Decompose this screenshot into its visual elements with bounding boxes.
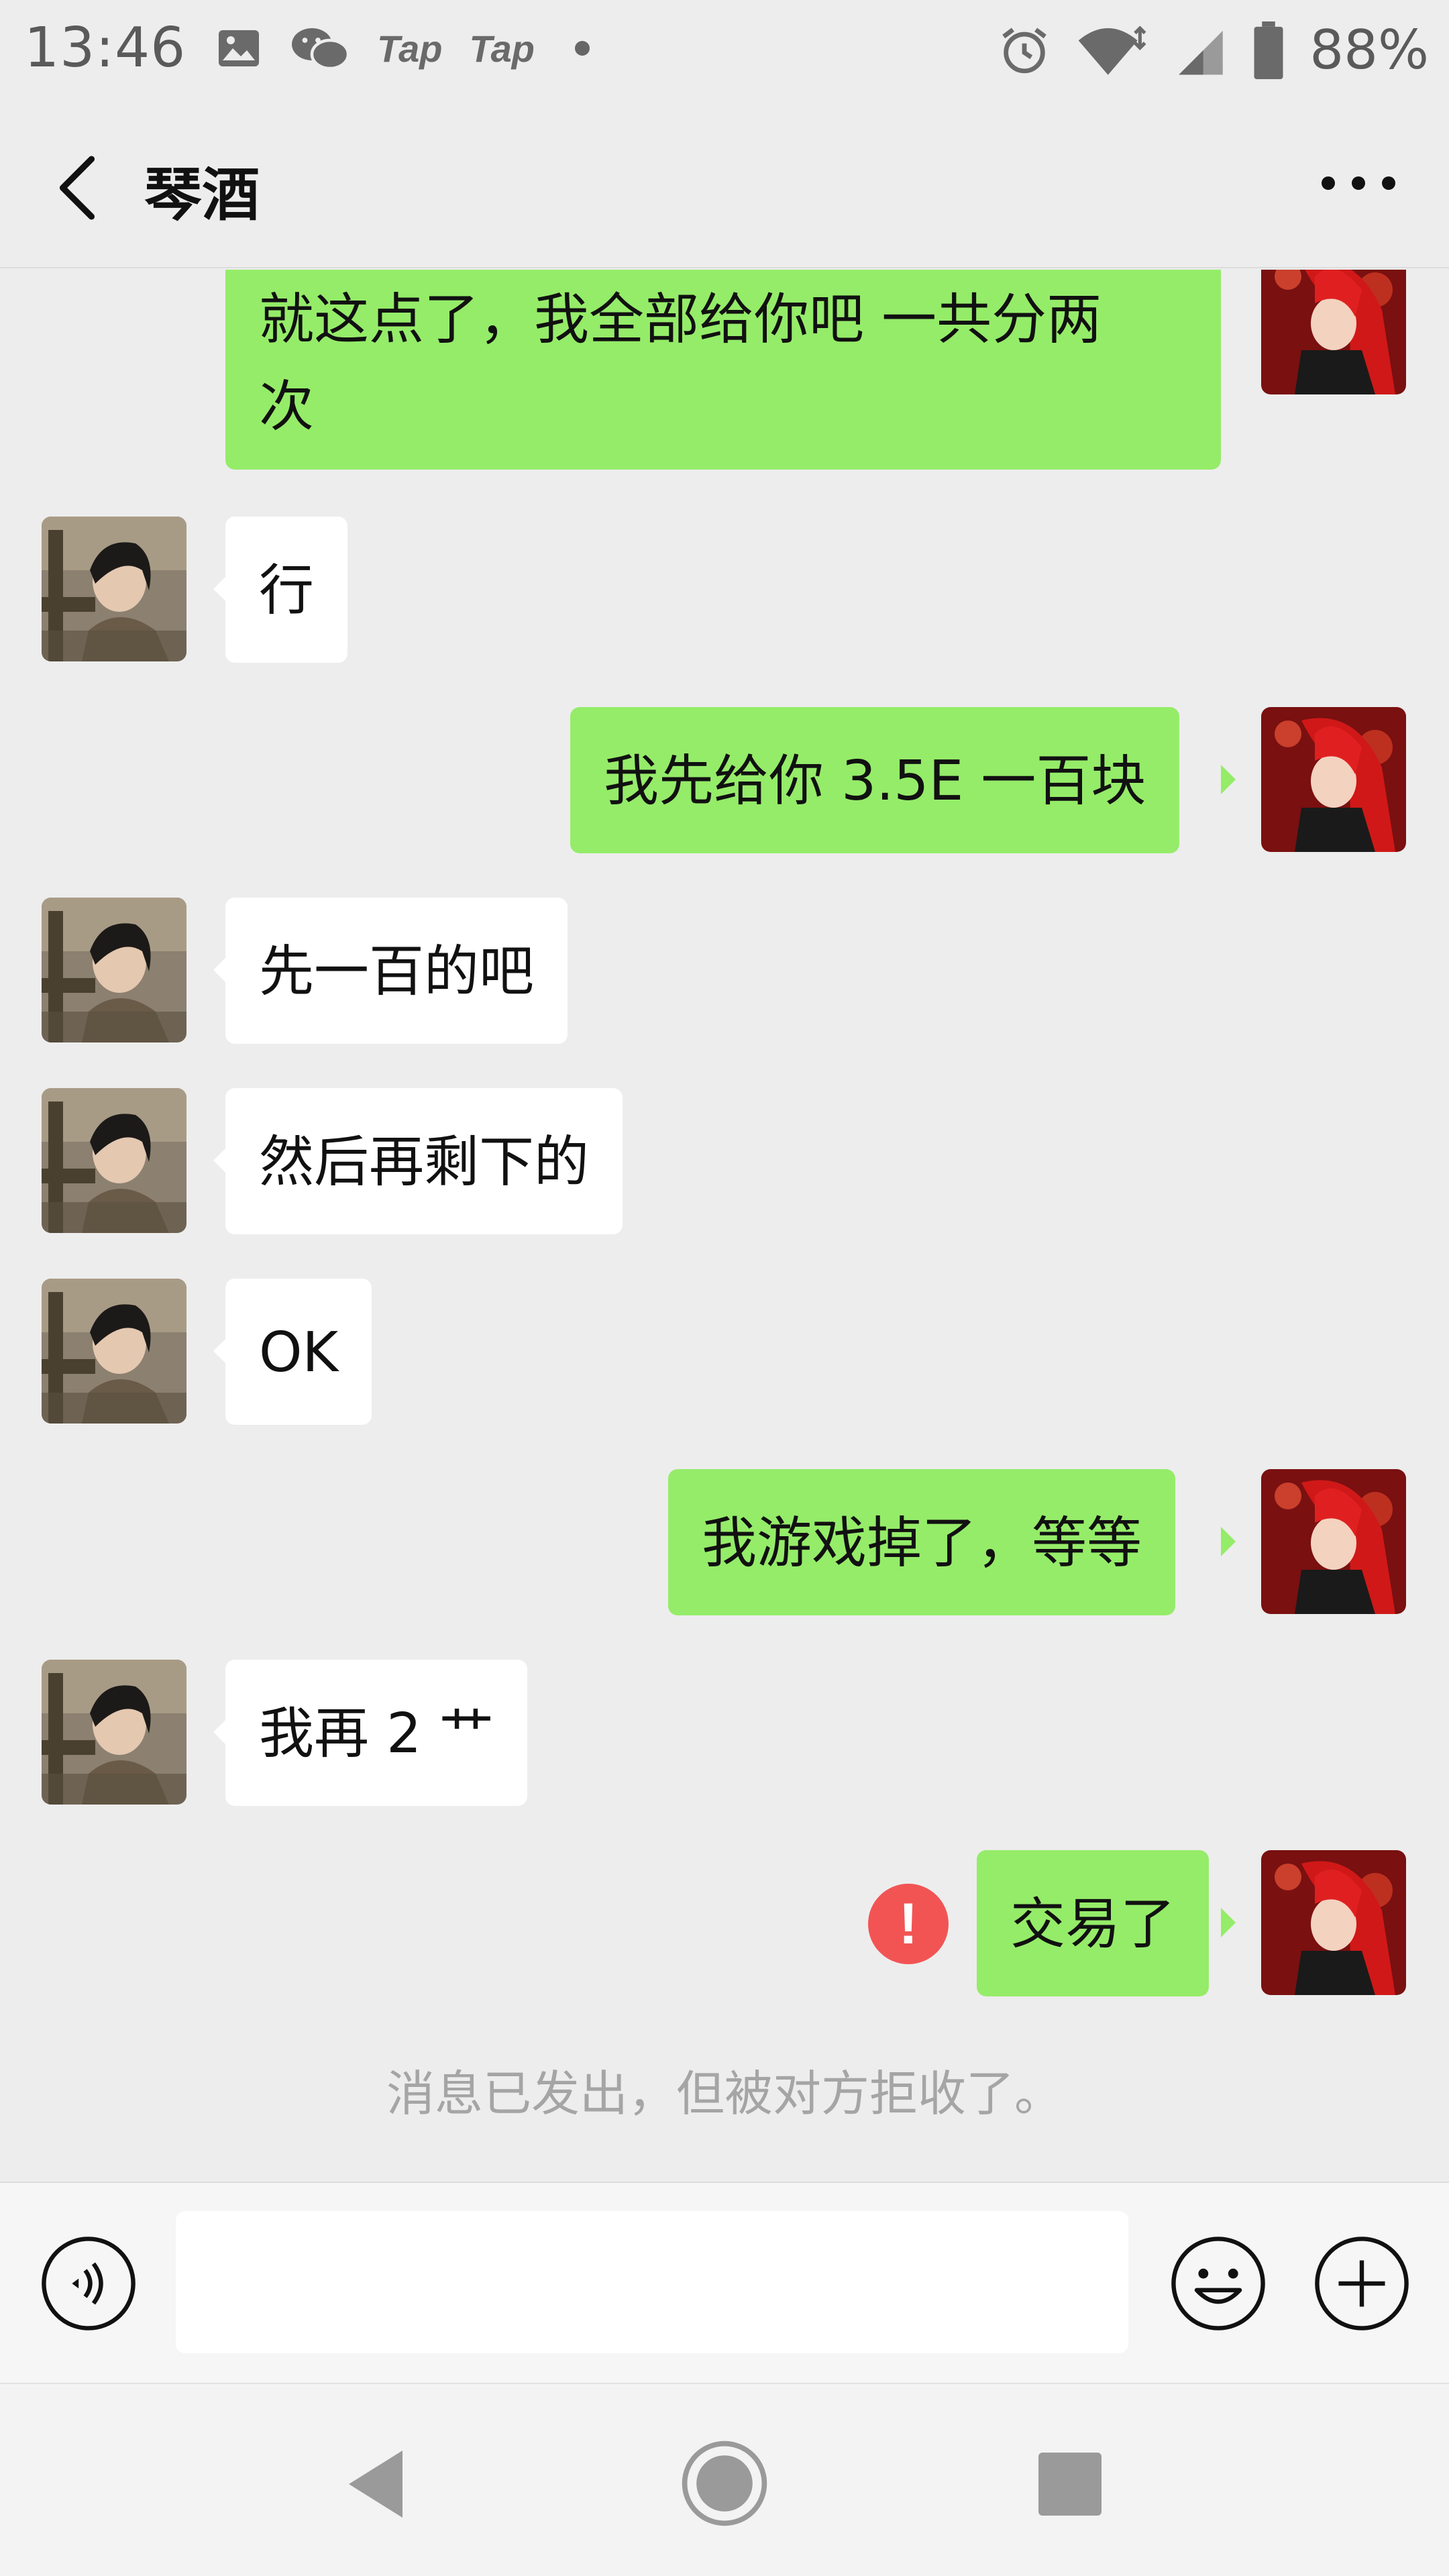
message-text: 先一百的吧 [259, 940, 535, 1004]
status-bar: 13:46 Tap Tap 88% [0, 0, 1449, 101]
bubble-tail [1221, 1527, 1236, 1556]
dot-icon [574, 41, 590, 56]
contact-message-bubble[interactable]: 行 [225, 517, 348, 663]
chat-title: 琴酒 [144, 162, 260, 229]
image-icon [219, 30, 259, 66]
message-text: 行 [259, 559, 315, 623]
contact-avatar[interactable] [42, 898, 186, 1042]
input-bar [0, 2182, 1449, 2383]
my-message-bubble[interactable]: 我游戏掉了，等等 [668, 1469, 1176, 1615]
contact-avatar[interactable] [42, 1088, 186, 1233]
my-avatar[interactable] [1261, 1469, 1406, 1614]
chat-header: 琴酒 [0, 101, 1449, 268]
nav-recents-icon[interactable] [1038, 2453, 1102, 2516]
notification-icons: Tap Tap [215, 24, 590, 72]
message-list[interactable]: 就这点了，我全部给你吧 一共分两 次 行 我先给你 3.5E 一百块 先一百的吧… [0, 270, 1449, 2182]
message-text: OK [259, 1321, 339, 1385]
my-avatar[interactable] [1261, 270, 1406, 394]
message-text: 交易了 [1010, 1892, 1176, 1956]
message-input[interactable] [176, 2211, 1128, 2353]
status-right: 88% [997, 19, 1429, 81]
more-icon[interactable] [1322, 173, 1395, 193]
voice-icon[interactable] [39, 2234, 138, 2333]
my-message-bubble[interactable]: 交易了 [977, 1850, 1210, 1996]
my-avatar[interactable] [1261, 1850, 1406, 1995]
my-avatar[interactable] [1261, 707, 1406, 852]
send-failed-icon[interactable]: ! [868, 1884, 949, 1964]
my-message-bubble[interactable]: 我先给你 3.5E 一百块 [570, 707, 1180, 853]
message-text: 我先给你 3.5E 一百块 [604, 749, 1146, 813]
contact-avatar[interactable] [42, 517, 186, 661]
wechat-chat-screen: 13:46 Tap Tap 88% 琴酒 就这点了，我全部给你吧 一共分两 次 [0, 0, 1449, 2576]
plus-icon[interactable] [1312, 2234, 1411, 2333]
system-note: 消息已发出，但被对方拒收了。 [386, 2065, 1063, 2122]
nav-home-icon[interactable] [680, 2439, 769, 2528]
message-text: 我游戏掉了，等等 [702, 1511, 1142, 1575]
contact-avatar[interactable] [42, 1660, 186, 1805]
taptap-icon: Tap [377, 27, 443, 70]
bubble-tail [1221, 765, 1236, 794]
message-text-line: 次 [259, 375, 315, 439]
alarm-icon [1002, 28, 1046, 73]
wifi-icon [1078, 25, 1146, 75]
message-text-line: 就这点了，我全部给你吧 一共分两 [259, 288, 1102, 352]
contact-message-bubble[interactable]: 我再 2 艹 [225, 1660, 528, 1806]
contact-message-bubble[interactable]: OK [225, 1279, 372, 1425]
message-text: 然后再剩下的 [259, 1130, 590, 1194]
status-time: 13:46 [24, 16, 186, 80]
contact-avatar[interactable] [42, 1279, 186, 1424]
battery-icon [1254, 21, 1283, 79]
nav-back-icon[interactable] [342, 2447, 409, 2521]
emoji-icon[interactable] [1169, 2234, 1268, 2333]
contact-message-bubble[interactable]: 先一百的吧 [225, 898, 568, 1044]
taptap-icon: Tap [469, 27, 535, 70]
wechat-icon [292, 28, 350, 70]
system-nav-bar [0, 2383, 1449, 2576]
signal-icon [1179, 30, 1223, 74]
battery-percent: 88% [1309, 19, 1429, 81]
contact-message-bubble[interactable]: 然后再剩下的 [225, 1088, 623, 1234]
chevron-left-icon[interactable] [47, 154, 107, 221]
my-message-bubble[interactable]: 就这点了，我全部给你吧 一共分两 次 [225, 270, 1221, 470]
message-text: 我再 2 艹 [259, 1702, 494, 1766]
bubble-tail [1221, 1908, 1236, 1937]
